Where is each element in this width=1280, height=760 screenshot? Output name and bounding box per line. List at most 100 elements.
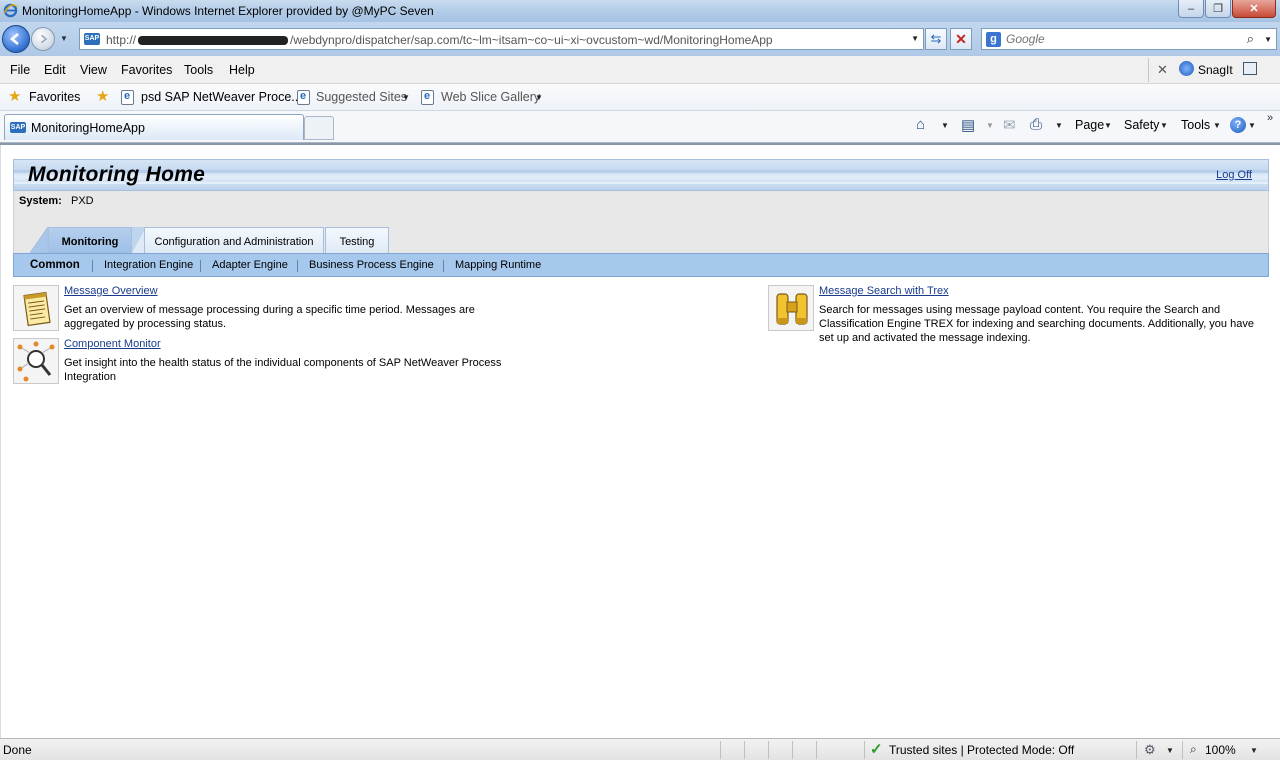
redacted-host (138, 36, 289, 46)
favorites-button[interactable]: Favorites (29, 90, 80, 104)
menu-view[interactable]: View (80, 63, 107, 77)
message-search-trex-link[interactable]: Message Search with Trex (819, 285, 949, 297)
subnav-business-process-engine[interactable]: Business Process Engine (309, 259, 434, 271)
status-separator (816, 741, 817, 759)
search-input[interactable] (1006, 31, 1236, 47)
tab-monitoring[interactable]: Monitoring (48, 227, 132, 253)
zoom-icon[interactable]: ⌕ (1190, 742, 1197, 757)
sap-favicon: SAP (84, 33, 100, 45)
more-commands-chevron-icon[interactable]: » (1267, 112, 1273, 124)
back-button[interactable] (2, 25, 30, 53)
list-item-message-overview: Message Overview Get an overview of mess… (13, 285, 503, 333)
tab-testing[interactable]: Testing (325, 227, 389, 253)
help-icon[interactable]: ? (1230, 117, 1246, 133)
refresh-button[interactable]: ⇆ (925, 28, 947, 50)
new-tab-button[interactable] (304, 116, 334, 140)
subnav-mapping-runtime[interactable]: Mapping Runtime (455, 259, 541, 271)
forward-button[interactable] (31, 27, 55, 51)
sap-favicon: SAP (10, 122, 26, 133)
search-options-dropdown-icon[interactable]: ▼ (1264, 35, 1272, 44)
tab-configuration-administration[interactable]: Configuration and Administration (144, 227, 324, 253)
feeds-dropdown-icon[interactable]: ▼ (986, 121, 994, 130)
component-monitor-link[interactable]: Component Monitor (64, 338, 161, 350)
google-icon: g (986, 32, 1001, 47)
suggested-sites-dropdown-icon[interactable]: ▼ (402, 93, 410, 102)
search-icon[interactable]: ⌕ (1247, 31, 1254, 47)
stop-button[interactable]: ✕ (950, 28, 972, 50)
search-box[interactable]: g ⌕ ▼ (981, 28, 1277, 50)
recent-pages-dropdown-icon[interactable]: ▼ (60, 34, 68, 43)
tools-menu[interactable]: Tools (1181, 118, 1210, 132)
window-title-bar: MonitoringHomeApp - Windows Internet Exp… (0, 0, 1280, 22)
browser-tab-active[interactable]: SAP MonitoringHomeApp (4, 114, 304, 140)
component-magnifier-icon[interactable] (13, 338, 59, 384)
read-mail-icon[interactable]: ✉ (1003, 116, 1016, 134)
page-content: Monitoring Home Log Off System: PXD Moni… (0, 145, 1280, 738)
snagit-capture-icon[interactable] (1243, 62, 1257, 75)
snagit-icon[interactable] (1179, 61, 1194, 76)
home-dropdown-icon[interactable]: ▼ (941, 121, 949, 130)
page-menu[interactable]: Page (1075, 118, 1104, 132)
refresh-icon: ⇆ (930, 31, 942, 46)
navigation-bar: ▼ SAP http:///webdynpro/dispatcher/sap.c… (0, 22, 1280, 56)
subnav-separator (92, 260, 93, 272)
menu-help[interactable]: Help (229, 63, 255, 77)
print-icon[interactable]: ⎙ (1030, 116, 1042, 133)
add-favorite-icon[interactable]: ★ (96, 87, 109, 105)
component-monitor-description: Get insight into the health status of th… (64, 357, 502, 383)
subnav-separator (297, 260, 298, 272)
app-header: Monitoring Home Log Off (13, 159, 1269, 191)
system-label: System: (19, 195, 62, 207)
notepad-icon[interactable] (13, 285, 59, 331)
address-dropdown-icon[interactable]: ▼ (911, 34, 919, 43)
home-icon[interactable]: ⌂ (916, 116, 925, 133)
popup-dropdown-icon[interactable]: ▼ (1166, 746, 1174, 755)
menu-tools[interactable]: Tools (184, 63, 213, 77)
menu-bar: File Edit View Favorites Tools Help ✕ Sn… (0, 56, 1280, 84)
status-separator (720, 741, 721, 759)
system-value: PXD (71, 195, 94, 207)
status-bar: Done ✓ Trusted sites | Protected Mode: O… (0, 738, 1280, 760)
address-bar[interactable]: SAP http:///webdynpro/dispatcher/sap.com… (79, 28, 924, 50)
subnav-common[interactable]: Common (30, 259, 80, 271)
safety-menu[interactable]: Safety (1124, 118, 1159, 132)
print-dropdown-icon[interactable]: ▼ (1055, 121, 1063, 130)
status-separator (1182, 741, 1183, 759)
menu-edit[interactable]: Edit (44, 63, 66, 77)
feeds-icon[interactable]: ▤ (961, 116, 975, 134)
security-zone[interactable]: Trusted sites | Protected Mode: Off (889, 743, 1074, 757)
help-dropdown-icon[interactable]: ▼ (1248, 121, 1256, 130)
page-dropdown-icon[interactable]: ▼ (1104, 121, 1112, 130)
snagit-button[interactable]: SnagIt (1198, 63, 1233, 77)
menu-favorites[interactable]: Favorites (121, 63, 172, 77)
status-separator (768, 741, 769, 759)
subnav-adapter-engine[interactable]: Adapter Engine (212, 259, 288, 271)
favorite-link-psd[interactable]: psd SAP NetWeaver Proce... (141, 90, 302, 104)
favorites-star-icon: ★ (8, 88, 22, 105)
page-icon (121, 90, 134, 105)
close-window-button[interactable]: ✕ (1232, 0, 1276, 18)
suggested-sites[interactable]: Suggested Sites (316, 90, 407, 104)
web-slice-dropdown-icon[interactable]: ▼ (535, 93, 543, 102)
binoculars-icon[interactable] (768, 285, 814, 331)
minimize-button[interactable]: – (1178, 0, 1204, 18)
close-toolbar-icon[interactable]: ✕ (1157, 62, 1168, 78)
popup-blocker-icon[interactable]: ⚙ (1144, 742, 1156, 758)
tools-dropdown-icon[interactable]: ▼ (1213, 121, 1221, 130)
zoom-dropdown-icon[interactable]: ▼ (1250, 746, 1258, 755)
subnav-integration-engine[interactable]: Integration Engine (104, 259, 193, 271)
address-url[interactable]: http:///webdynpro/dispatcher/sap.com/tc~… (106, 33, 773, 47)
logoff-link[interactable]: Log Off (1216, 169, 1252, 181)
subnav-separator (443, 260, 444, 272)
message-overview-link[interactable]: Message Overview (64, 285, 158, 297)
subnav-separator (200, 260, 201, 272)
safety-dropdown-icon[interactable]: ▼ (1160, 121, 1168, 130)
zoom-level[interactable]: 100% (1205, 743, 1236, 757)
system-info-bar: System: PXD (13, 191, 1269, 225)
menu-file[interactable]: File (10, 63, 30, 77)
tab-wedge-shape (30, 227, 48, 253)
status-separator (744, 741, 745, 759)
restore-button[interactable]: ❐ (1205, 0, 1231, 18)
web-slice-gallery[interactable]: Web Slice Gallery (441, 90, 540, 104)
page-title: Monitoring Home (28, 163, 206, 186)
